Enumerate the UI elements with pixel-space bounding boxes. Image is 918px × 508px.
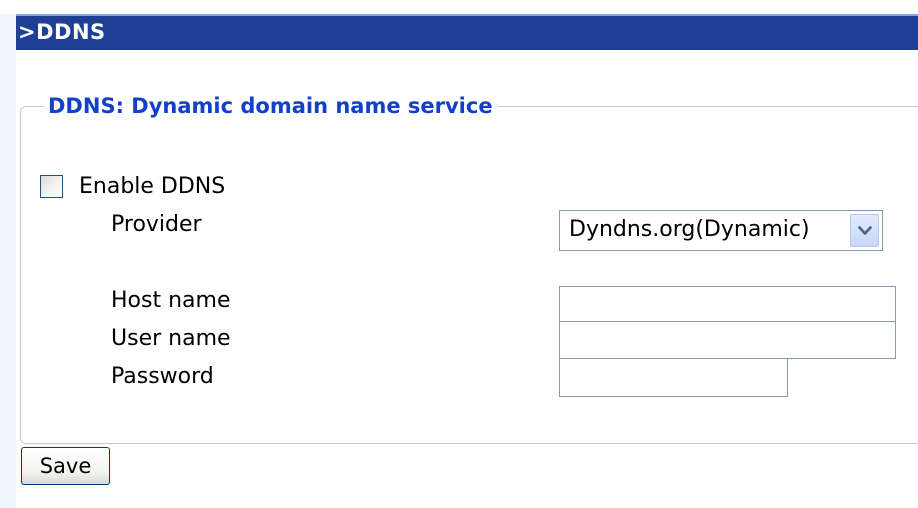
enable-ddns-checkbox[interactable] [40,175,63,198]
user-name-input[interactable] [559,321,896,359]
password-input[interactable] [559,358,788,397]
password-label: Password [111,364,214,389]
page-title: >DDNS [18,20,106,44]
enable-ddns-label: Enable DDNS [79,174,226,199]
page-title-bar: >DDNS [16,14,918,50]
top-strip [0,0,918,14]
host-name-label: Host name [111,288,231,313]
provider-dropdown-button[interactable] [850,214,879,247]
provider-select[interactable]: Dyndns.org(Dynamic) [559,210,883,251]
left-edge-panel [0,14,16,508]
chevron-down-icon [858,226,872,235]
fieldset-legend: DDNS: Dynamic domain name service [44,92,497,120]
user-name-label: User name [111,326,231,351]
provider-label: Provider [111,212,202,237]
host-name-input[interactable] [559,286,896,322]
provider-selected-value: Dyndns.org(Dynamic) [569,217,810,242]
save-button[interactable]: Save [21,447,110,485]
